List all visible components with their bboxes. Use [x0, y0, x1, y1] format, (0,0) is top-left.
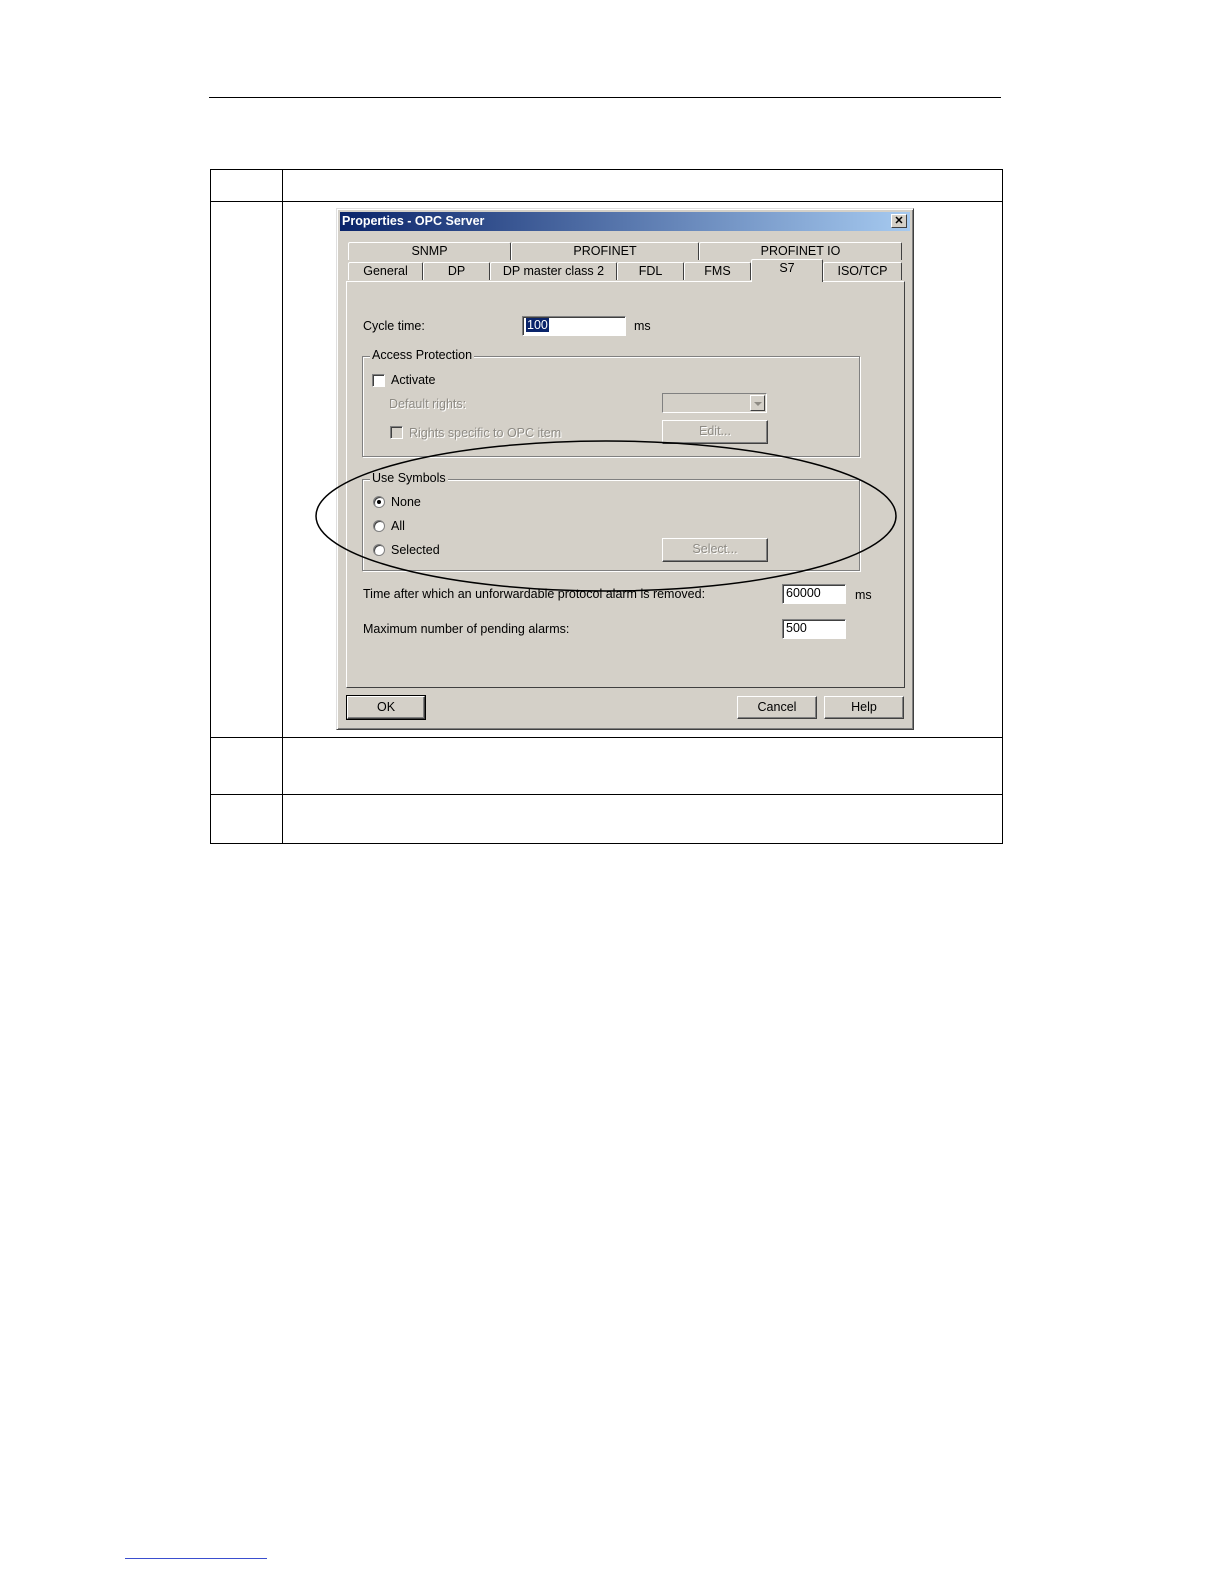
header-rule [209, 97, 1001, 98]
tab-dp[interactable]: DP [423, 262, 490, 280]
tab-snmp[interactable]: SNMP [348, 242, 511, 260]
dialog-titlebar: Properties - OPC Server ✕ [340, 212, 910, 231]
rights-specific-checkbox[interactable] [390, 426, 403, 439]
tab-fms[interactable]: FMS [684, 262, 751, 280]
footer-rule [125, 1558, 267, 1559]
activate-label: Activate [391, 373, 436, 387]
max-pending-input[interactable]: 500 [782, 619, 846, 639]
default-rights-select[interactable] [662, 393, 767, 413]
ok-button[interactable]: OK [346, 695, 426, 720]
tab-profinet-io[interactable]: PROFINET IO [699, 242, 902, 260]
close-icon[interactable]: ✕ [891, 214, 907, 228]
s7-tab-panel: Cycle time: 100 ms Access Protection Act… [346, 281, 905, 688]
cancel-button[interactable]: Cancel [737, 696, 817, 719]
edit-button[interactable]: Edit... [662, 420, 768, 444]
tab-general[interactable]: General [348, 262, 423, 280]
radio-selected[interactable] [373, 544, 385, 556]
activate-checkbox[interactable] [372, 374, 385, 387]
chevron-down-icon [750, 395, 765, 411]
max-pending-label: Maximum number of pending alarms: [363, 622, 570, 636]
use-symbols-title: Use Symbols [370, 471, 448, 485]
tab-fdl[interactable]: FDL [617, 262, 684, 280]
default-rights-label: Default rights: [389, 397, 467, 411]
radio-none[interactable] [373, 496, 385, 508]
tab-profinet[interactable]: PROFINET [511, 242, 699, 260]
cycle-time-unit: ms [634, 319, 651, 333]
tab-dp-master-class-2[interactable]: DP master class 2 [490, 262, 617, 280]
properties-dialog: Properties - OPC Server ✕ SNMP PROFINET … [336, 208, 914, 730]
select-button[interactable]: Select... [662, 538, 768, 562]
radio-all[interactable] [373, 520, 385, 532]
access-protection-group: Access Protection Activate Default right… [362, 348, 860, 457]
radio-all-label: All [391, 519, 405, 533]
alarm-removal-label: Time after which an unforwardable protoc… [363, 587, 706, 601]
radio-selected-label: Selected [391, 543, 440, 557]
rights-specific-label: Rights specific to OPC item [409, 426, 562, 440]
use-symbols-group: Use Symbols None All Selected Select... [362, 471, 860, 571]
access-protection-title: Access Protection [370, 348, 475, 362]
dialog-title: Properties - OPC Server [342, 214, 485, 228]
alarm-removal-unit: ms [855, 588, 872, 602]
tab-iso-tcp[interactable]: ISO/TCP [823, 262, 902, 280]
cycle-time-label: Cycle time: [363, 319, 425, 333]
tab-s7[interactable]: S7 [751, 259, 823, 282]
alarm-removal-input[interactable]: 60000 [782, 584, 846, 604]
radio-none-label: None [391, 495, 421, 509]
cycle-time-input[interactable]: 100 [522, 316, 626, 336]
help-button[interactable]: Help [824, 696, 904, 719]
